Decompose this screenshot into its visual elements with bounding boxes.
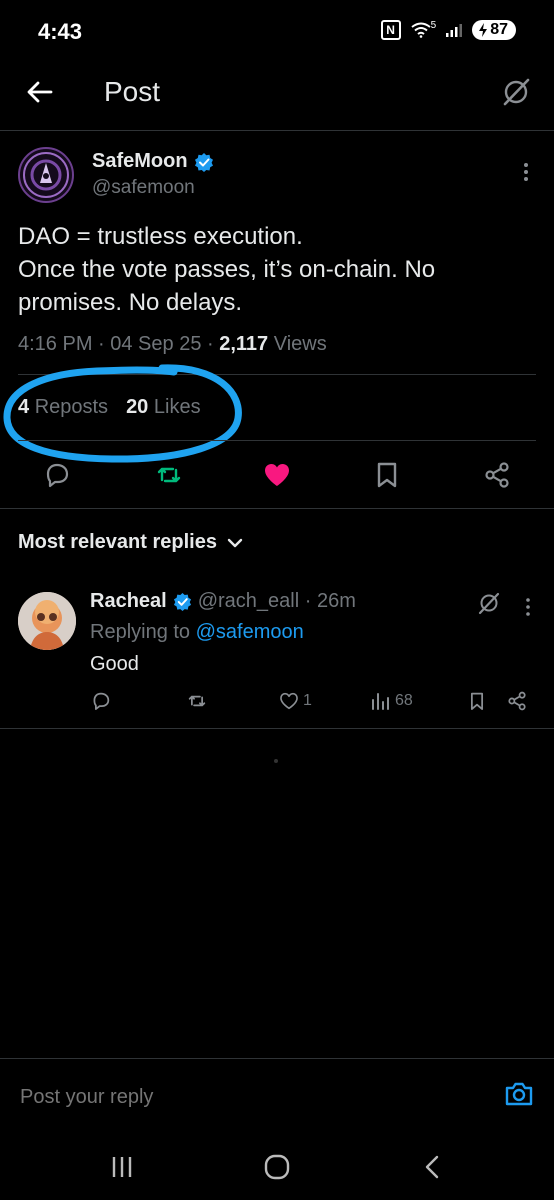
more-options-icon[interactable] — [518, 594, 538, 620]
repost-icon[interactable] — [154, 460, 184, 490]
status-time: 4:43 — [38, 19, 83, 44]
share-icon — [508, 691, 526, 711]
replies-title: Most relevant replies — [18, 531, 217, 553]
post-author: SafeMoon @safemoon — [18, 147, 538, 207]
reply-input[interactable] — [18, 1085, 422, 1110]
reply-avatar-image — [18, 592, 76, 650]
back-nav-icon[interactable] — [422, 1154, 442, 1180]
divider — [0, 508, 554, 509]
author-name-text: SafeMoon — [92, 150, 188, 172]
wifi-icon — [411, 22, 431, 38]
reply-reply-button[interactable] — [90, 690, 112, 712]
annotation-circle — [3, 364, 242, 463]
top-bar: Post — [0, 64, 554, 131]
views-count[interactable]: 2,117 — [219, 333, 268, 355]
verified-badge-icon — [173, 592, 191, 611]
reply-author-name[interactable]: Racheal — [90, 590, 167, 613]
views-label: Views — [268, 333, 327, 355]
nfc-icon: N — [380, 20, 401, 40]
reply-actions: 1 68 — [90, 690, 538, 720]
avatar[interactable] — [18, 147, 74, 203]
author-name[interactable]: SafeMoon — [92, 150, 214, 173]
battery-indicator: 87 — [472, 20, 516, 40]
recents-icon[interactable] — [108, 1154, 136, 1180]
reply-bookmark-button[interactable] — [466, 690, 488, 712]
post-timestamp: 4:16 PM · 04 Sep 25 · — [18, 333, 220, 355]
verified-badge-icon — [194, 152, 213, 172]
reply-text: Good — [90, 653, 139, 675]
divider — [18, 440, 536, 441]
reply-repost-button[interactable] — [186, 690, 208, 712]
share-icon[interactable] — [482, 460, 512, 490]
post-line: Once the vote passes, it’s on-chain. No — [18, 256, 436, 283]
reply-handle-time: @rach_eall · 26m — [197, 590, 356, 612]
chevron-down-icon — [227, 538, 243, 547]
heart-outline-icon — [280, 692, 298, 710]
safemoon-logo-icon — [23, 152, 69, 198]
back-arrow-icon[interactable] — [24, 76, 56, 108]
reply-composer — [0, 1058, 554, 1135]
reply-author: Racheal @rach_eall · 26m — [90, 590, 356, 613]
post-line: DAO = trustless execution. — [18, 223, 303, 250]
replying-to: Replying to @safemoon — [90, 621, 304, 644]
divider — [0, 728, 554, 729]
post-text: DAO = trustless execution. Once the vote… — [18, 220, 538, 319]
status-bar: 4:43 N 5 87 — [0, 0, 554, 64]
loading-dot — [274, 759, 278, 763]
bolt-icon — [479, 23, 488, 37]
reply-like-button[interactable]: 1 — [278, 690, 312, 712]
signal-label: 5 — [430, 19, 437, 31]
repost-icon — [188, 695, 206, 707]
signal-icon — [446, 24, 463, 37]
like-icon[interactable] — [262, 460, 292, 490]
post-meta: 4:16 PM · 04 Sep 25 · 2,117 Views — [18, 333, 327, 356]
more-options-icon[interactable] — [514, 157, 538, 187]
camera-icon[interactable] — [504, 1079, 534, 1109]
home-icon[interactable] — [264, 1154, 290, 1180]
post-actions — [0, 450, 554, 500]
views-icon — [372, 693, 389, 710]
bookmark-icon[interactable] — [372, 460, 402, 490]
reply-icon — [93, 692, 110, 710]
reply-share-button[interactable] — [506, 690, 528, 712]
grok-icon[interactable] — [476, 590, 502, 616]
reply-view-count: 68 — [395, 692, 413, 709]
avatar[interactable] — [18, 592, 76, 650]
replies-sort-dropdown[interactable]: Most relevant replies — [18, 531, 243, 554]
reply-like-count: 1 — [303, 692, 312, 709]
battery-level: 87 — [490, 21, 508, 38]
author-handle: @safemoon — [92, 177, 195, 198]
bookmark-icon — [470, 692, 484, 710]
system-nav-bar — [0, 1134, 554, 1200]
status-icons: N 5 87 — [380, 19, 516, 40]
page-title: Post — [104, 76, 161, 107]
post-line: promises. No delays. — [18, 289, 243, 316]
reply-icon[interactable] — [42, 460, 72, 490]
reply-views-button[interactable]: 68 — [370, 690, 413, 712]
replying-handle[interactable]: @safemoon — [196, 621, 304, 643]
reply-item[interactable]: Racheal @rach_eall · 26m Replying to @sa… — [18, 590, 538, 720]
grok-icon[interactable] — [498, 74, 534, 110]
replying-prefix: Replying to — [90, 621, 196, 643]
